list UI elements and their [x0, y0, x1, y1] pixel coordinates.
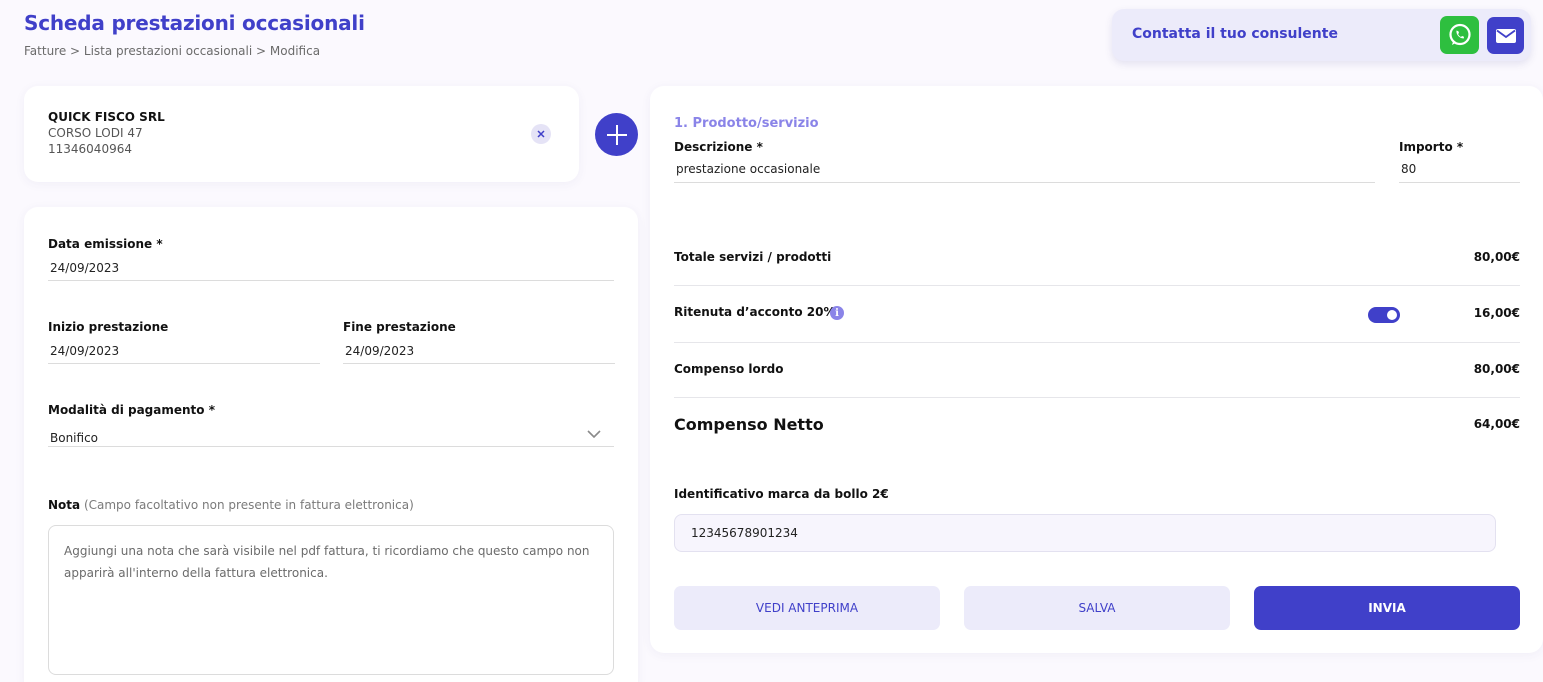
total-label: Totale servizi / prodotti	[674, 250, 832, 264]
amount-label: Importo *	[1399, 140, 1464, 154]
client-card: QUICK FISCO SRL CORSO LODI 47 1134604096…	[24, 86, 579, 182]
gross-label: Compenso lordo	[674, 362, 784, 376]
total-value: 80,00€	[1473, 250, 1520, 264]
section-title: 1. Prodotto/servizio	[674, 116, 819, 131]
plus-icon	[606, 124, 627, 145]
gross-value: 80,00€	[1473, 362, 1520, 376]
divider	[674, 285, 1520, 286]
whatsapp-button[interactable]	[1440, 16, 1479, 54]
issue-date-label: Data emissione *	[48, 237, 163, 251]
page-title: Scheda prestazioni occasionali	[24, 11, 365, 35]
divider	[674, 342, 1520, 343]
amount-field[interactable]: 80	[1401, 162, 1416, 176]
net-label: Compenso Netto	[674, 415, 824, 434]
whatsapp-icon	[1448, 23, 1471, 46]
note-hint: (Campo facoltativo non presente in fattu…	[83, 498, 414, 512]
breadcrumb[interactable]: Fatture > Lista prestazioni occasionali …	[24, 44, 320, 58]
payment-method-select[interactable]: Bonifico	[50, 431, 98, 445]
withholding-label: Ritenuta d’acconto 20%	[674, 305, 836, 319]
description-field[interactable]: prestazione occasionale	[676, 162, 820, 176]
description-label: Descrizione *	[674, 140, 763, 154]
client-address: CORSO LODI 47	[48, 126, 143, 140]
consultant-label: Contatta il tuo consulente	[1132, 26, 1338, 42]
close-icon	[537, 130, 545, 138]
summary-card: 1. Prodotto/servizio Descrizione * prest…	[650, 86, 1543, 653]
end-date-underline	[343, 363, 615, 364]
start-date-field[interactable]: 24/09/2023	[50, 344, 119, 358]
preview-button[interactable]: VEDI ANTEPRIMA	[674, 586, 940, 630]
invoice-form-card: Data emissione * 24/09/2023 Inizio prest…	[24, 207, 638, 682]
divider	[674, 397, 1520, 398]
stamp-input[interactable]: 12345678901234	[674, 514, 1496, 552]
description-underline	[674, 182, 1375, 183]
amount-underline	[1399, 182, 1520, 183]
mail-icon	[1495, 28, 1516, 43]
start-date-label: Inizio prestazione	[48, 320, 169, 334]
chevron-down-icon[interactable]	[587, 430, 601, 438]
toggle-knob	[1387, 310, 1397, 320]
consultant-panel: Contatta il tuo consulente	[1112, 9, 1531, 61]
send-button[interactable]: INVIA	[1254, 586, 1520, 630]
stamp-label: Identificativo marca da bollo 2€	[674, 487, 889, 501]
note-label-text: Nota	[48, 498, 81, 512]
start-date-underline	[48, 363, 320, 364]
end-date-field[interactable]: 24/09/2023	[345, 344, 414, 358]
mail-button[interactable]	[1487, 17, 1524, 54]
issue-date-underline	[48, 280, 614, 281]
note-textarea[interactable]: Aggiungi una nota che sarà visibile nel …	[48, 525, 614, 675]
remove-client-button[interactable]	[531, 124, 551, 144]
payment-method-label: Modalità di pagamento *	[48, 403, 215, 417]
info-icon[interactable]: i	[830, 306, 844, 320]
end-date-label: Fine prestazione	[343, 320, 456, 334]
issue-date-field[interactable]: 24/09/2023	[50, 261, 119, 275]
net-value: 64,00€	[1473, 417, 1520, 431]
withholding-toggle[interactable]	[1368, 307, 1400, 323]
payment-method-underline	[48, 446, 614, 447]
withholding-value: 16,00€	[1473, 306, 1520, 320]
client-vat: 11346040964	[48, 142, 132, 156]
save-button[interactable]: SALVA	[964, 586, 1230, 630]
note-label: Nota (Campo facoltativo non presente in …	[48, 498, 414, 512]
client-name: QUICK FISCO SRL	[48, 110, 165, 124]
add-client-button[interactable]	[595, 113, 638, 156]
